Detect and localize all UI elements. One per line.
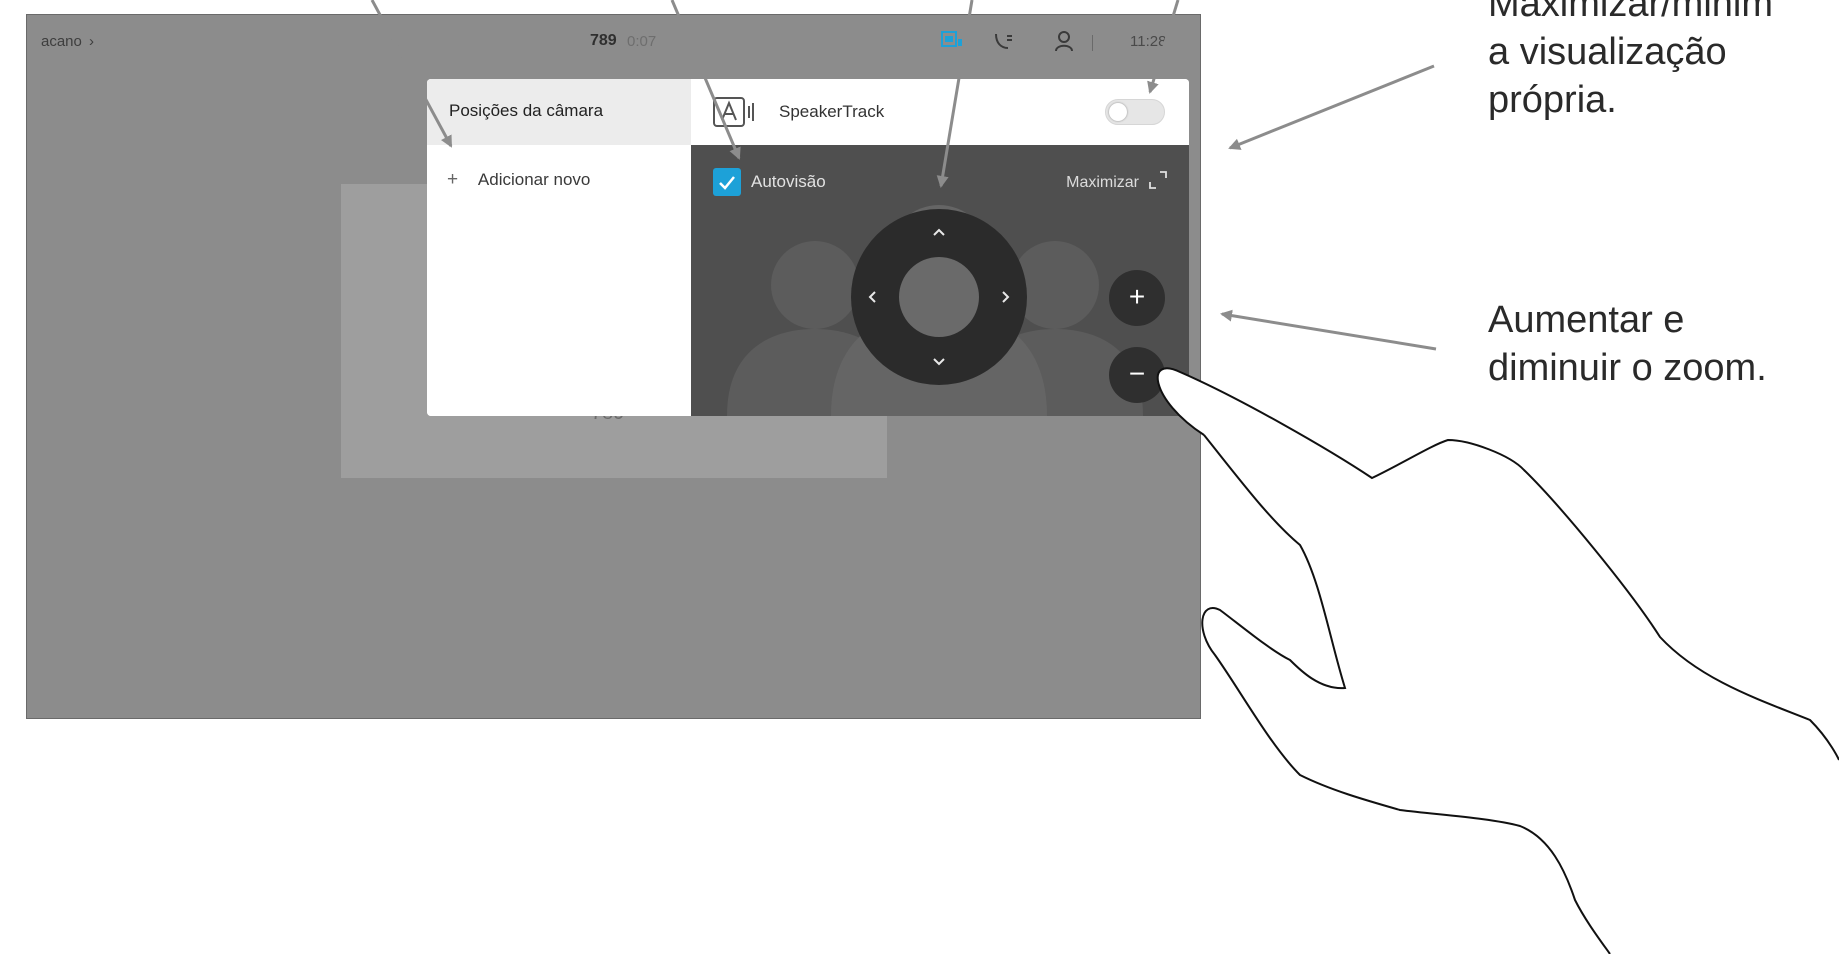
pointing-hand-icon <box>1156 367 1839 954</box>
